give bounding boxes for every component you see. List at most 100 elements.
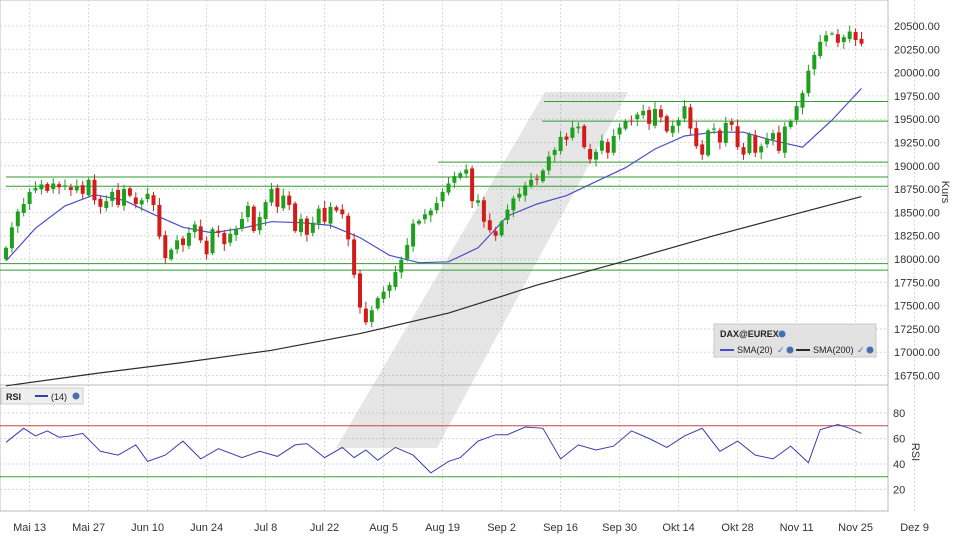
candle-body <box>263 202 268 219</box>
x-tick-label: Mai 27 <box>72 522 105 534</box>
candle-body <box>452 176 457 183</box>
candle-body <box>582 125 587 148</box>
candle-body <box>257 217 262 231</box>
candle-body <box>57 184 62 188</box>
candle-body <box>717 130 722 143</box>
rsi-y-axis: 20 40 60 80 <box>893 408 905 497</box>
price-y-axis: 16750.00 17000.00 17250.00 17500.00 17750.00… <box>894 21 940 383</box>
candle-body <box>599 140 604 151</box>
x-tick-label: Dez 9 <box>900 522 929 534</box>
candle-body <box>464 169 469 174</box>
candle-body <box>830 33 834 35</box>
candle-body <box>157 204 162 237</box>
candle-body <box>712 128 716 130</box>
candle <box>86 177 91 198</box>
candle-body <box>163 235 168 259</box>
candle-body <box>499 221 504 236</box>
candle-body <box>682 106 687 119</box>
candle-body <box>529 179 534 186</box>
candle-body <box>151 195 156 205</box>
rsi-tick-label: 20 <box>893 485 905 497</box>
x-tick-label: Sep 16 <box>543 522 578 534</box>
candle-body <box>240 218 244 229</box>
x-tick-label: Okt 14 <box>662 522 694 534</box>
price-tick-label: 19000.00 <box>894 161 940 173</box>
candle <box>375 296 380 311</box>
candle-body <box>287 195 292 205</box>
candle-body <box>535 178 539 180</box>
price-legend: DAX@EUREX SMA(20) ✓ SMA(200) ✓ <box>713 323 877 358</box>
candle-body <box>21 204 26 213</box>
candle-body <box>175 240 180 250</box>
candle-body <box>293 203 298 232</box>
candle-body <box>576 126 581 129</box>
candle-body <box>63 185 67 187</box>
candle-body <box>653 108 657 126</box>
candle-body <box>859 38 864 44</box>
candle-body <box>304 218 309 235</box>
candle-body <box>86 179 91 196</box>
legend-sma20-globe-icon[interactable] <box>786 346 794 354</box>
legend-instrument-globe-icon[interactable] <box>778 330 786 338</box>
candle-body <box>440 191 445 202</box>
price-tick-label: 18750.00 <box>894 184 940 196</box>
candle-body <box>334 207 339 211</box>
candle-body <box>564 136 569 140</box>
candle <box>352 233 357 279</box>
candle-body <box>122 189 126 206</box>
x-tick-label: Jun 24 <box>190 522 223 534</box>
candle-body <box>835 34 840 43</box>
legend-sma200-check-icon[interactable]: ✓ <box>857 345 865 355</box>
candle-body <box>92 179 97 201</box>
candle-body <box>611 135 616 153</box>
candle-body <box>476 200 480 203</box>
candle-body <box>299 218 303 233</box>
candle-body <box>228 233 233 243</box>
candle-body <box>133 197 138 205</box>
candle-body <box>629 120 634 122</box>
candle-body <box>39 184 44 190</box>
candle-body <box>363 308 368 323</box>
price-tick-label: 19250.00 <box>894 138 940 150</box>
candle-body <box>759 146 764 153</box>
candle-body <box>588 149 593 160</box>
candle-body <box>493 231 498 236</box>
candle-body <box>700 144 705 155</box>
candle-body <box>818 41 823 57</box>
candle-body <box>4 247 8 259</box>
candle-body <box>417 220 421 224</box>
candle-body <box>641 110 646 116</box>
candle <box>4 245 8 261</box>
candle-body <box>517 193 522 198</box>
candle-body <box>139 200 144 205</box>
candle-body <box>192 224 197 233</box>
legend-sma20-check-icon[interactable]: ✓ <box>777 345 785 355</box>
legend-sma200-globe-icon[interactable] <box>866 346 874 354</box>
rsi-legend-globe-icon[interactable] <box>72 392 80 400</box>
candle-body <box>399 259 404 273</box>
candle-body <box>623 121 628 129</box>
x-tick-label: Okt 28 <box>721 522 753 534</box>
candle-body <box>841 37 846 43</box>
candle-body <box>806 70 811 94</box>
candle-body <box>594 151 598 160</box>
rsi-tick-label: 40 <box>893 459 905 471</box>
candle <box>582 124 587 150</box>
candle-body <box>546 156 551 171</box>
candle-body <box>729 121 734 125</box>
candle-body <box>186 232 191 246</box>
candle-body <box>688 107 693 129</box>
candle-body <box>405 245 410 259</box>
candle-body <box>251 206 256 232</box>
candle-body <box>245 205 250 218</box>
x-tick-label: Jul 22 <box>310 522 339 534</box>
candle-body <box>570 127 575 138</box>
candle-body <box>98 198 103 207</box>
price-tick-label: 17500.00 <box>894 301 940 313</box>
candle-body <box>316 208 321 224</box>
candle <box>251 204 256 233</box>
candle-body <box>853 31 858 40</box>
candle-body <box>375 298 380 309</box>
candle-body <box>812 54 817 70</box>
candle-body <box>647 110 652 124</box>
